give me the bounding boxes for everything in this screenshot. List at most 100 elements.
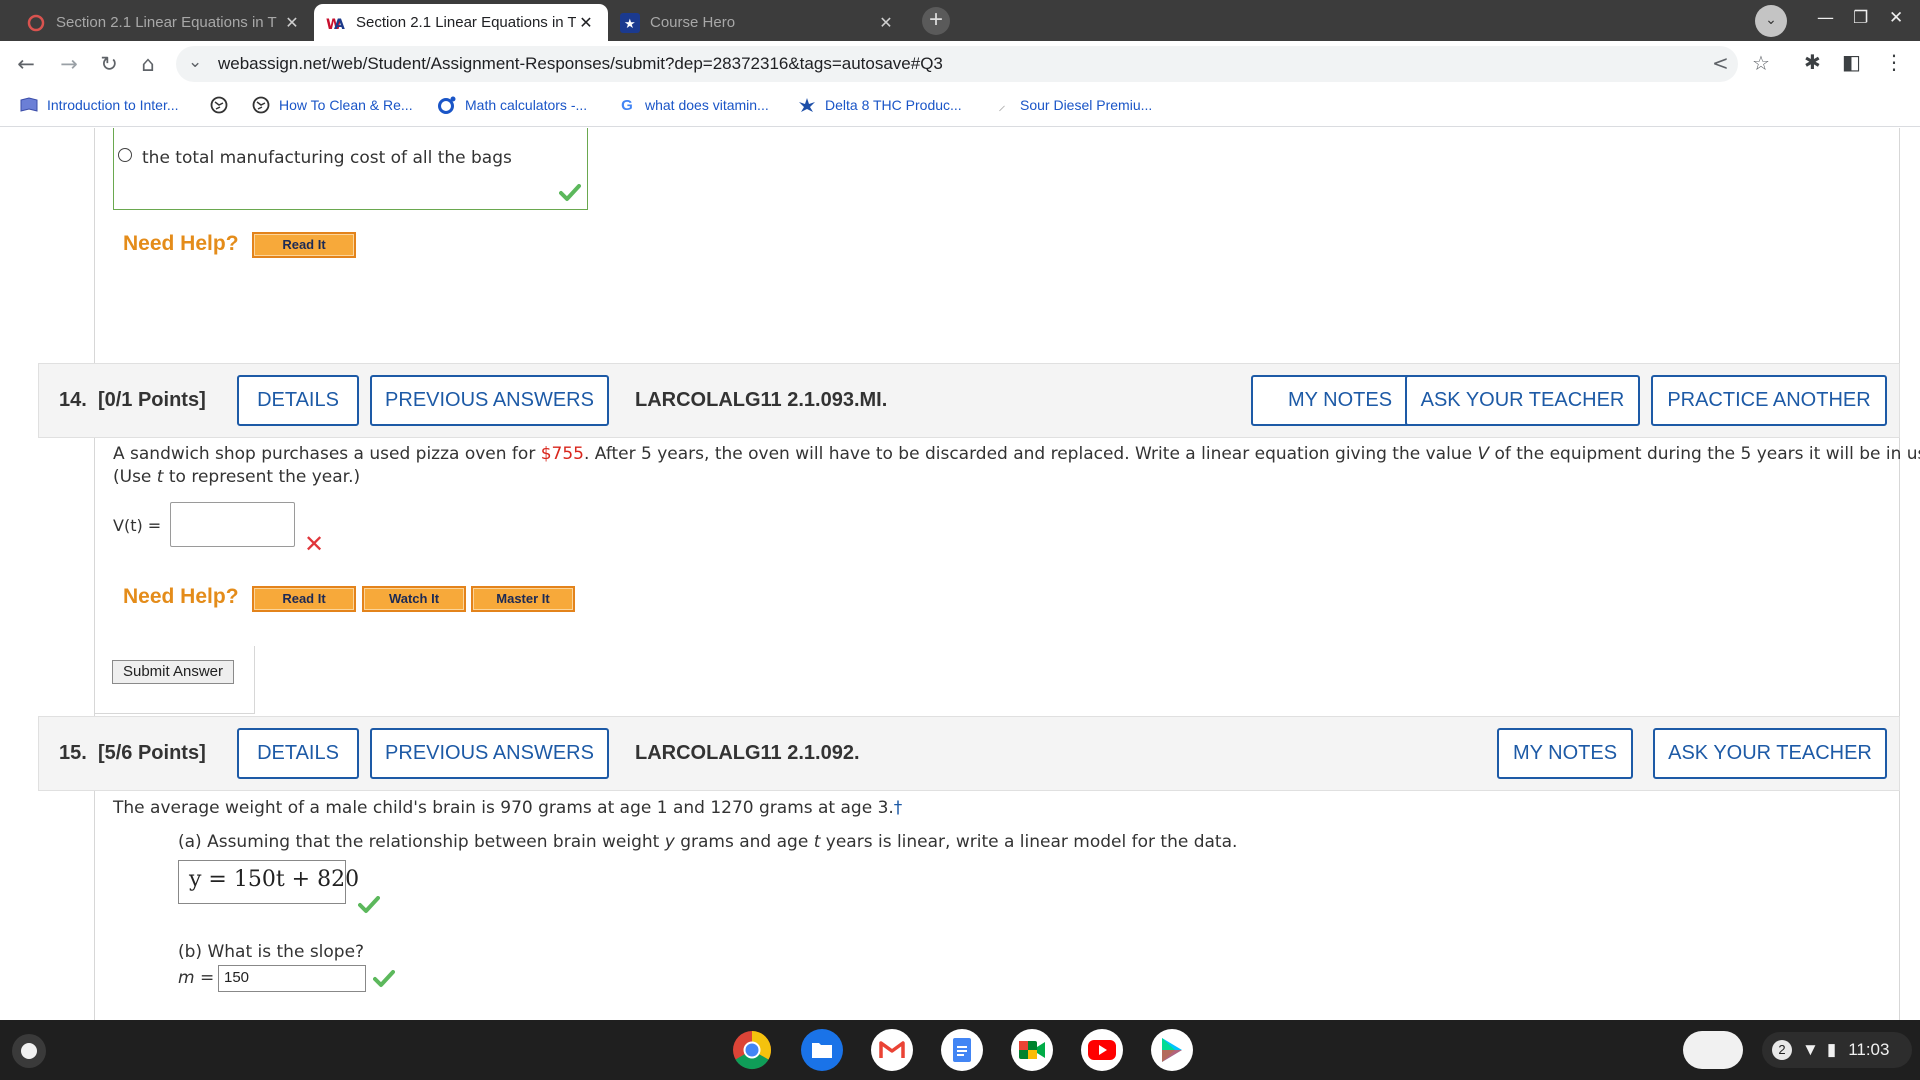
tab-section-2-1-active[interactable]: WA Section 2.1 Linear Equations in T ✕ <box>314 4 608 41</box>
clock-time: 11:03 <box>1848 1040 1890 1059</box>
question-15-intro: The average weight of a male child's bra… <box>113 798 903 818</box>
bookmarks-bar: Introduction to Inter... How To Clean & … <box>0 87 1920 127</box>
reload-icon[interactable]: ↻ <box>95 50 123 78</box>
share-icon[interactable]: < <box>1712 51 1729 75</box>
forward-icon[interactable]: → <box>55 50 83 78</box>
question-code: LARCOLALG11 2.1.093.MI. <box>635 389 888 411</box>
my-notes-button[interactable]: MY NOTES <box>1497 728 1633 779</box>
tab-title: Course Hero <box>650 14 736 31</box>
url-text[interactable]: webassign.net/web/Student/Assignment-Res… <box>218 54 943 74</box>
bookmark-introduction[interactable]: Introduction to Inter... <box>20 96 179 114</box>
previous-answers-button[interactable]: PREVIOUS ANSWERS <box>370 375 609 426</box>
globe-icon <box>210 96 228 114</box>
battery-icon: ▮ <box>1826 1040 1837 1059</box>
extensions-puzzle-icon[interactable]: ✱ <box>1804 50 1821 74</box>
chevron-down-icon[interactable]: ⌄ <box>188 52 202 72</box>
side-panel-icon[interactable]: ◧ <box>1842 50 1861 74</box>
practice-another-button[interactable]: PRACTICE ANOTHER <box>1651 375 1887 426</box>
menu-kebab-icon[interactable]: ⋮ <box>1884 50 1904 74</box>
ask-your-teacher-button[interactable]: ASK YOUR TEACHER <box>1653 728 1887 779</box>
bookmark-how-to-clean[interactable]: How To Clean & Re... <box>252 96 413 114</box>
question-15-header: 15. [5/6 Points] DETAILS PREVIOUS ANSWER… <box>38 716 1900 791</box>
tab-section-2-1-first[interactable]: Section 2.1 Linear Equations in T ✕ <box>14 4 314 41</box>
details-button[interactable]: DETAILS <box>237 375 359 426</box>
question-number: 15. [5/6 Points] <box>59 742 206 764</box>
chrome-app-icon[interactable] <box>731 1029 773 1071</box>
footnote-dagger-link[interactable]: † <box>894 798 903 818</box>
vt-answer-input[interactable] <box>170 502 295 547</box>
submit-answer-button[interactable]: Submit Answer <box>112 660 234 684</box>
details-button[interactable]: DETAILS <box>237 728 359 779</box>
webassign-logo-icon: WA <box>326 13 346 33</box>
bookmark-globe[interactable] <box>210 96 237 114</box>
system-shelf: 2 ▼ ▮ 11:03 <box>0 1020 1920 1080</box>
meet-app-icon[interactable] <box>1011 1029 1053 1071</box>
slope-label: m = <box>178 968 215 988</box>
tab-search-chevron-icon[interactable]: ⌄ <box>1755 5 1787 37</box>
correct-check-icon <box>373 970 395 987</box>
price-value: $755 <box>540 444 584 464</box>
tab-title: Section 2.1 Linear Equations in T <box>56 14 277 31</box>
tab-course-hero[interactable]: ★ Course Hero ✕ <box>608 4 908 41</box>
read-it-button[interactable]: Read It <box>252 586 356 612</box>
close-tab-icon[interactable]: ✕ <box>282 13 302 33</box>
book-icon <box>20 96 38 114</box>
correct-check-icon <box>559 184 581 201</box>
webassign-page: the total manufacturing cost of all the … <box>0 128 1920 1020</box>
webassign-favicon-icon <box>26 13 46 33</box>
browser-toolbar: ← → ↻ ⌂ ⌄ webassign.net/web/Student/Assi… <box>0 41 1920 87</box>
ask-your-teacher-button[interactable]: ASK YOUR TEACHER <box>1405 375 1640 426</box>
minimize-icon[interactable]: — <box>1817 8 1834 28</box>
status-tray[interactable]: 2 ▼ ▮ 11:03 <box>1762 1032 1912 1068</box>
restore-icon[interactable]: ❐ <box>1853 8 1868 28</box>
previous-answers-button[interactable]: PREVIOUS ANSWERS <box>370 728 609 779</box>
close-window-icon[interactable]: ✕ <box>1889 8 1903 28</box>
leaf-icon <box>798 96 816 114</box>
part-b-text: (b) What is the slope? <box>178 942 365 962</box>
new-tab-button[interactable]: + <box>922 7 950 35</box>
question-code: LARCOLALG11 2.1.092. <box>635 742 860 764</box>
math-logo-icon <box>438 96 456 114</box>
close-tab-icon[interactable]: ✕ <box>576 13 596 33</box>
question-14-text-line2: (Use t to represent the year.) <box>113 467 361 487</box>
home-icon[interactable]: ⌂ <box>134 50 162 78</box>
option-label: the total manufacturing cost of all the … <box>142 148 512 168</box>
slope-input[interactable]: 150 <box>218 965 366 992</box>
course-hero-icon: ★ <box>620 12 640 33</box>
svg-text:A: A <box>334 17 345 32</box>
google-icon: G <box>621 96 633 114</box>
need-help-label: Need Help? <box>123 232 239 255</box>
question-14-text: A sandwich shop purchases a used pizza o… <box>113 444 1920 464</box>
radio-option[interactable] <box>118 148 132 162</box>
holding-space-tray[interactable] <box>1683 1031 1743 1069</box>
docs-app-icon[interactable] <box>941 1029 983 1071</box>
bookmark-vitamin[interactable]: G what does vitamin... <box>618 96 769 114</box>
part-a-text: (a) Assuming that the relationship betwe… <box>178 832 1238 852</box>
bookmark-sour-diesel[interactable]: ⸝ Sour Diesel Premiu... <box>993 96 1152 114</box>
need-help-label: Need Help? <box>123 585 239 608</box>
launcher-button[interactable] <box>12 1034 46 1068</box>
correct-check-icon <box>358 896 380 913</box>
bookmark-delta-8[interactable]: Delta 8 THC Produc... <box>798 96 962 114</box>
master-it-button[interactable]: Master It <box>471 586 575 612</box>
tab-strip: Section 2.1 Linear Equations in T ✕ WA S… <box>0 0 1920 41</box>
tab-title: Section 2.1 Linear Equations in T <box>356 14 576 31</box>
read-it-button[interactable]: Read It <box>252 232 356 258</box>
answer-label: V(t) = <box>113 516 162 535</box>
play-store-app-icon[interactable] <box>1151 1029 1193 1071</box>
watch-it-button[interactable]: Watch It <box>362 586 466 612</box>
bookmark-math-calculators[interactable]: Math calculators -... <box>438 96 587 114</box>
globe-icon <box>252 96 270 114</box>
youtube-app-icon[interactable] <box>1081 1029 1123 1071</box>
notification-count-badge: 2 <box>1772 1040 1792 1060</box>
question-number: 14. [0/1 Points] <box>59 389 206 411</box>
question-13-answer-box <box>113 128 588 210</box>
my-notes-button[interactable]: MY NOTES <box>1251 375 1429 426</box>
part-a-answer[interactable]: y = 150t + 820 <box>178 860 359 904</box>
files-app-icon[interactable] <box>801 1029 843 1071</box>
bookmark-star-icon[interactable]: ☆ <box>1752 51 1770 75</box>
gmail-app-icon[interactable] <box>871 1029 913 1071</box>
back-icon[interactable]: ← <box>12 50 40 78</box>
close-tab-icon[interactable]: ✕ <box>876 13 896 33</box>
address-bar[interactable]: ⌄ webassign.net/web/Student/Assignment-R… <box>176 46 1770 82</box>
